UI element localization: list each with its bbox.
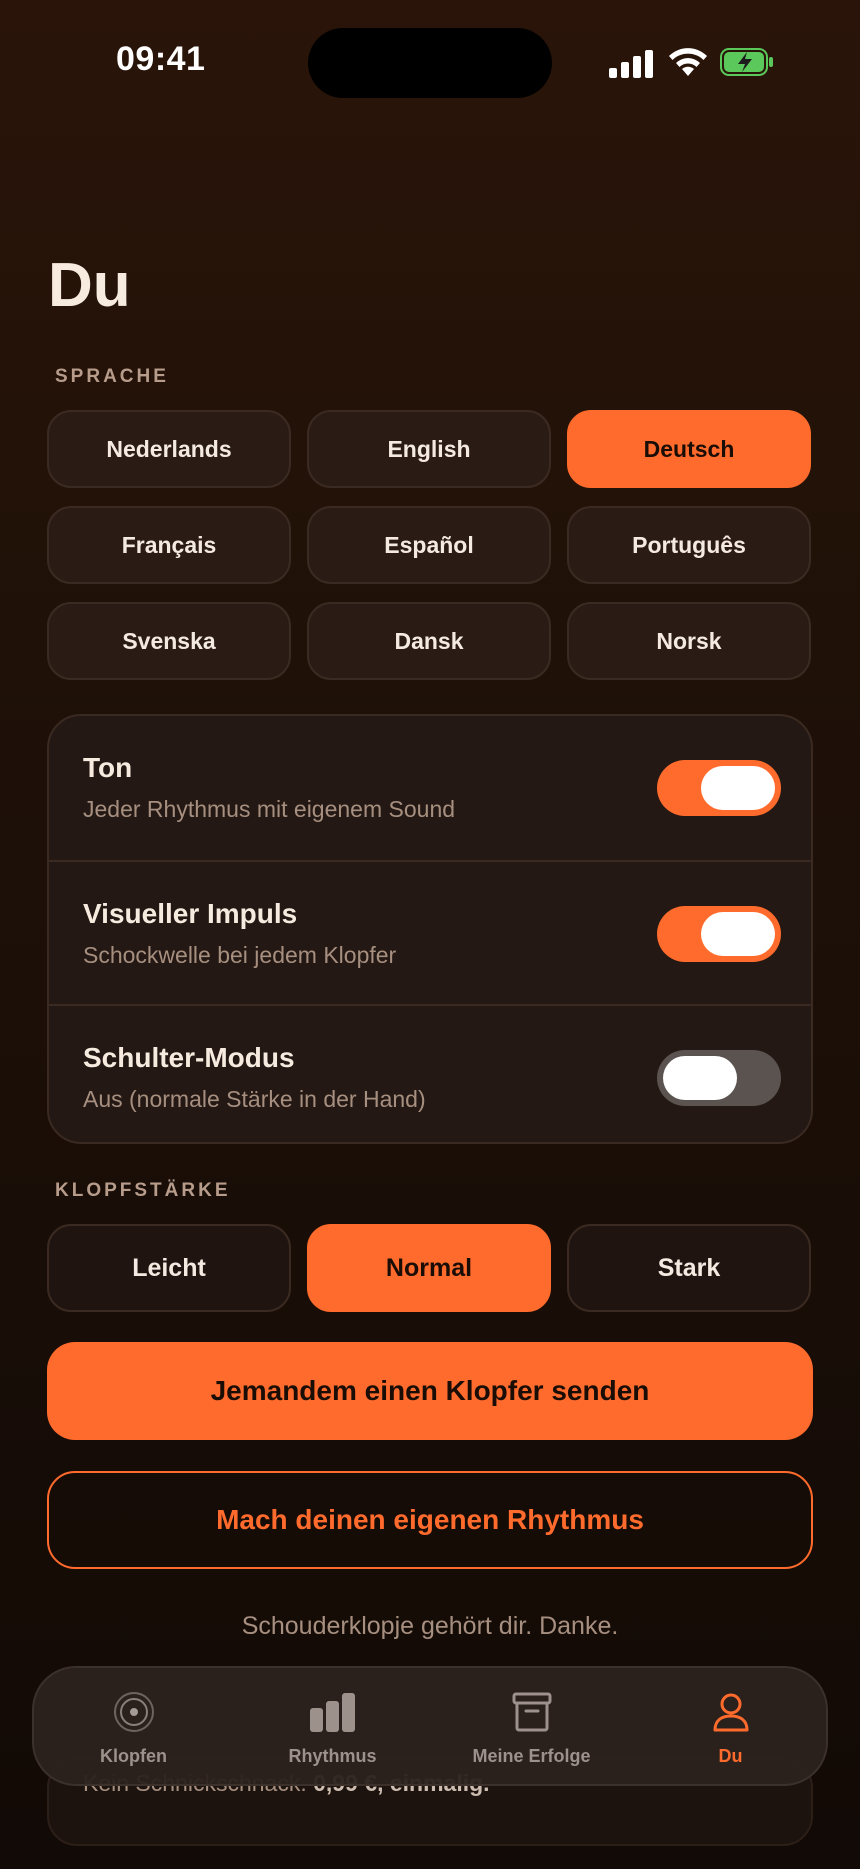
shoulder-mode-toggle[interactable] [657, 1050, 781, 1106]
setting-row-visual-impulse: Visueller Impuls Schockwelle bei jedem K… [49, 860, 811, 1006]
dynamic-island [308, 28, 552, 98]
tab-du[interactable]: Du [631, 1668, 830, 1784]
setting-title: Ton [83, 752, 133, 783]
setting-row-sound: Ton Jeder Rhythmus mit eigenem Sound [49, 716, 811, 860]
toggle-knob [701, 912, 775, 956]
language-option-norsk[interactable]: Norsk [567, 602, 811, 680]
language-option-svenska[interactable]: Svenska [47, 602, 291, 680]
language-option-francais[interactable]: Français [47, 506, 291, 584]
tab-klopfen[interactable]: Klopfen [34, 1668, 233, 1784]
person-icon [713, 1693, 748, 1732]
status-time: 09:41 [116, 40, 206, 78]
bars-icon [309, 1693, 355, 1732]
setting-subtitle: Schockwelle bei jedem Klopfer [83, 942, 397, 968]
send-tap-button[interactable]: Jemandem einen Klopfer senden [47, 1342, 813, 1440]
battery-charging-icon [720, 48, 773, 76]
wifi-icon [669, 48, 707, 76]
language-option-english[interactable]: English [307, 410, 551, 488]
setting-title: Schulter-Modus [83, 1042, 295, 1073]
archive-box-icon [512, 1692, 551, 1732]
tab-label: Meine Erfolge [472, 1746, 591, 1766]
strength-option-light[interactable]: Leicht [47, 1224, 291, 1312]
language-section-label: SPRACHE [55, 366, 169, 387]
strength-option-strong[interactable]: Stark [567, 1224, 811, 1312]
language-option-dansk[interactable]: Dansk [307, 602, 551, 680]
strength-option-normal[interactable]: Normal [307, 1224, 551, 1312]
setting-title: Visueller Impuls [83, 898, 298, 929]
thanks-text: Schouderklopje gehört dir. Danke. [241, 1612, 619, 1640]
tab-bar: Klopfen Rhythmus Meine Erfolge Du [32, 1666, 828, 1786]
setting-row-shoulder-mode: Schulter-Modus Aus (normale Stärke in de… [49, 1004, 811, 1142]
tab-rhythmus[interactable]: Rhythmus [233, 1668, 432, 1784]
setting-subtitle: Aus (normale Stärke in der Hand) [83, 1086, 426, 1112]
language-option-espanol[interactable]: Español [307, 506, 551, 584]
language-option-nederlands[interactable]: Nederlands [47, 410, 291, 488]
language-option-deutsch[interactable]: Deutsch [567, 410, 811, 488]
setting-subtitle: Jeder Rhythmus mit eigenem Sound [83, 796, 456, 822]
sound-toggle[interactable] [657, 760, 781, 816]
visual-impulse-toggle[interactable] [657, 906, 781, 962]
language-option-portugues[interactable]: Português [567, 506, 811, 584]
settings-card: Ton Jeder Rhythmus mit eigenem Sound Vis… [47, 714, 813, 1144]
tab-meine-erfolge[interactable]: Meine Erfolge [432, 1668, 631, 1784]
tab-label: Rhythmus [288, 1746, 377, 1766]
tab-label: Du [718, 1746, 743, 1766]
target-icon [113, 1692, 154, 1732]
tab-label: Klopfen [100, 1746, 167, 1766]
own-rhythm-button[interactable]: Mach deinen eigenen Rhythmus [47, 1471, 813, 1569]
page-title: Du [48, 251, 131, 320]
cellular-signal-icon [609, 48, 655, 78]
toggle-knob [701, 766, 775, 810]
toggle-knob [663, 1056, 737, 1100]
strength-section-label: KLOPFSTÄRKE [55, 1180, 231, 1201]
